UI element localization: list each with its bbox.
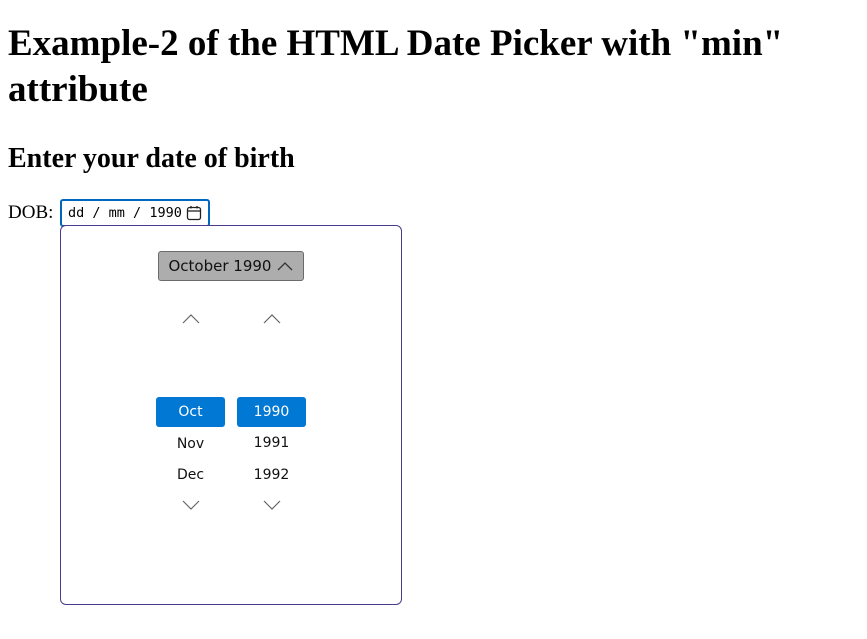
- year-option-1990[interactable]: 1990: [237, 397, 306, 427]
- month-option-oct[interactable]: Oct: [156, 397, 225, 427]
- month-segment[interactable]: mm: [109, 205, 125, 221]
- year-segment[interactable]: 1990: [149, 205, 182, 221]
- dob-label: DOB:: [8, 202, 54, 223]
- month-year-button[interactable]: October 1990: [158, 251, 304, 281]
- month-option-nov[interactable]: Nov: [156, 429, 225, 459]
- year-option-1992[interactable]: 1992: [237, 460, 306, 490]
- month-scroll-down-icon[interactable]: [182, 499, 200, 511]
- month-year-label: October 1990: [168, 257, 272, 275]
- day-segment[interactable]: dd: [68, 205, 84, 221]
- year-scroll-up-icon[interactable]: [263, 313, 281, 325]
- month-option-dec[interactable]: Dec: [156, 460, 225, 490]
- date-separator: /: [124, 205, 150, 221]
- dob-date-input[interactable]: dd / mm / 1990: [60, 199, 210, 227]
- year-scroll-down-icon[interactable]: [263, 499, 281, 511]
- section-heading: Enter your date of birth: [8, 143, 295, 174]
- month-scroll-up-icon[interactable]: [182, 313, 200, 325]
- year-option-1991[interactable]: 1991: [237, 428, 306, 458]
- chevron-up-icon: [278, 262, 293, 271]
- calendar-icon[interactable]: [186, 205, 202, 221]
- date-separator: /: [84, 205, 109, 221]
- date-picker-popup: October 1990 Oct Nov Dec 1990 1991 1992: [60, 225, 402, 605]
- page-title: Example-2 of the HTML Date Picker with "…: [8, 23, 784, 110]
